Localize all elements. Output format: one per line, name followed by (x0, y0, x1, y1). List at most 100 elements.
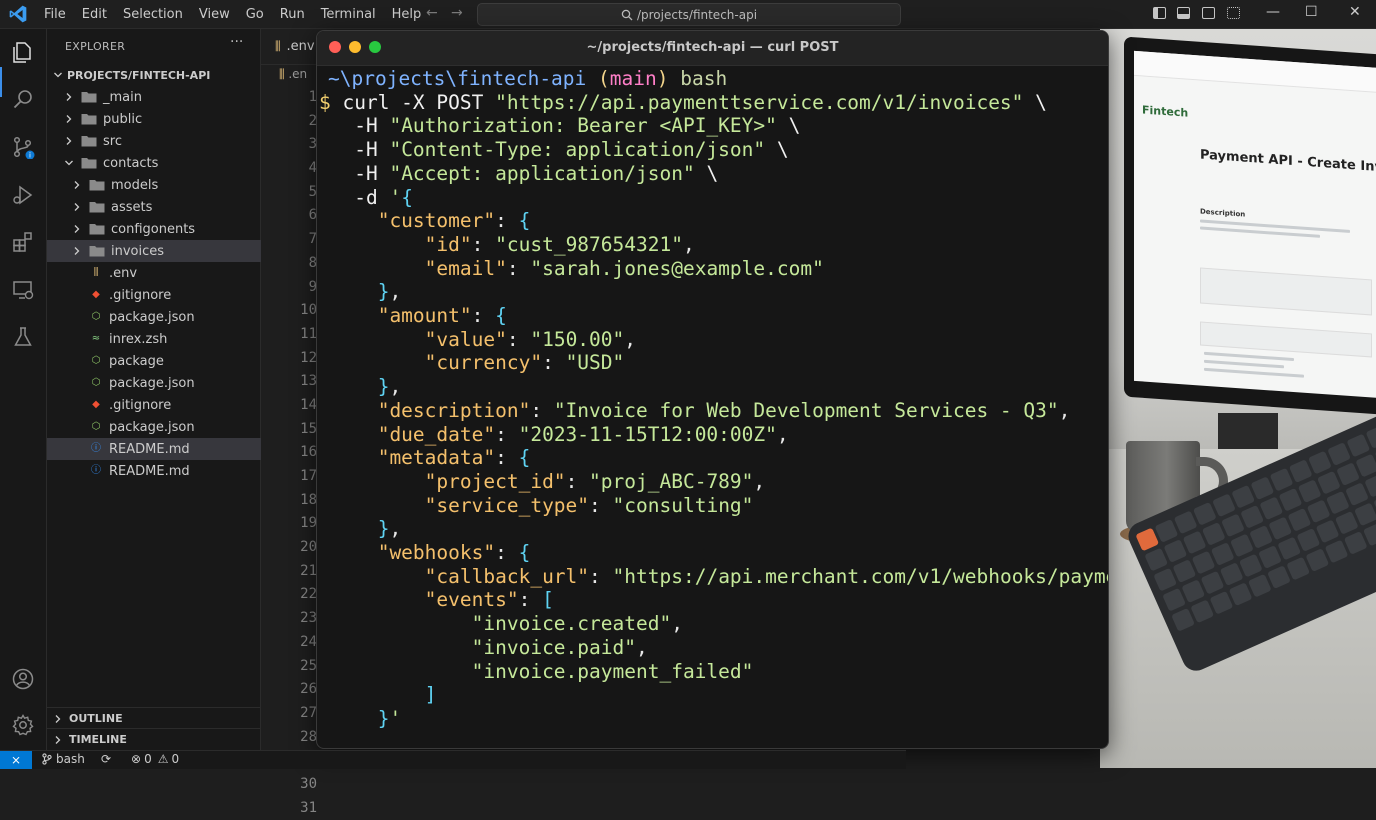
minimize-button[interactable]: — (1266, 4, 1280, 20)
terminal-token: "invoice.payment_failed" (471, 659, 754, 683)
customize-layout-icon[interactable] (1227, 7, 1240, 19)
problems-indicator[interactable]: ⊗ 0 ⚠ 0 (131, 752, 179, 766)
sync-icon[interactable]: ⟳ (101, 752, 111, 766)
terminal-token: "project_id" (424, 469, 566, 493)
line-number: 7 (308, 231, 317, 248)
folder-item[interactable]: _main (47, 86, 276, 108)
chevron-right-icon (66, 137, 72, 145)
menu-run[interactable]: Run (272, 7, 313, 22)
folder-item[interactable]: configonents (47, 218, 284, 240)
terminal-token: : (471, 232, 496, 256)
close-window-button[interactable]: ✕ (1349, 4, 1361, 20)
chevron-down-icon (54, 72, 62, 78)
run-debug-icon[interactable] (11, 183, 35, 207)
terminal-token: , (753, 469, 766, 493)
terminal-token: { (518, 541, 531, 564)
vscode-logo-icon[interactable] (8, 4, 28, 24)
shell-file-icon: ≈ (91, 333, 101, 344)
file-item[interactable]: ⫼ .env (47, 262, 284, 284)
source-control-icon[interactable]: i (11, 135, 35, 159)
folder-item[interactable]: src (47, 130, 276, 152)
terminal-token: ] (424, 683, 437, 707)
folder-item[interactable]: contacts (47, 152, 276, 174)
timeline-section[interactable]: TIMELINE (47, 728, 260, 750)
terminal-zoom-button[interactable] (369, 41, 381, 53)
more-actions-icon[interactable]: ··· (230, 34, 243, 50)
line-number: 31 (300, 799, 317, 816)
chevron-right-icon (74, 203, 80, 211)
folder-item[interactable]: assets (47, 196, 284, 218)
terminal-minimize-button[interactable] (349, 41, 361, 53)
menu-selection[interactable]: Selection (115, 7, 191, 22)
line-number: 12 (300, 349, 317, 366)
file-item[interactable]: ⬡ package.json (47, 372, 284, 394)
folder-item[interactable]: invoices (47, 240, 284, 262)
breadcrumb[interactable]: ⫼ .en (279, 67, 307, 82)
file-item[interactable]: ⬡ package.json (47, 416, 284, 438)
folder-item[interactable]: public (47, 108, 276, 130)
menu-help[interactable]: Help (384, 7, 430, 22)
terminal-line: "currency": "USD" (319, 351, 625, 375)
account-icon[interactable] (11, 667, 35, 691)
maximize-button[interactable]: ☐ (1305, 4, 1318, 20)
file-item[interactable]: ⬡ package.json (47, 306, 284, 328)
explorer-files-icon[interactable] (11, 40, 35, 64)
file-item[interactable]: ◆ .gitignore (47, 394, 284, 416)
tree-item-label: .gitignore (109, 287, 172, 303)
terminal-token: , (389, 375, 402, 399)
terminal-window[interactable]: ~/projects/fintech-api — curl POST ~\pro… (316, 30, 1109, 749)
terminal-line: "invoice.created", (319, 612, 683, 636)
terminal-output[interactable]: ~\projects\fintech-api (main) bash $ cur… (317, 67, 1108, 747)
command-center[interactable]: /projects/fintech-api (477, 3, 901, 26)
menu-view[interactable]: View (191, 7, 238, 22)
terminal-token: "invoice.created" (471, 612, 672, 636)
line-number: 11 (300, 325, 317, 342)
back-arrow-icon[interactable]: ← (426, 5, 438, 21)
terminal-line: }, (319, 517, 402, 541)
file-item[interactable]: ⓘ README.md (47, 438, 284, 460)
node-file-icon: ⬡ (91, 421, 101, 432)
line-number: 25 (300, 657, 317, 674)
remote-explorer-icon[interactable] (11, 278, 35, 302)
forward-arrow-icon[interactable]: → (451, 5, 463, 21)
testing-flask-icon[interactable] (11, 325, 35, 349)
toggle-panel-icon[interactable] (1177, 7, 1190, 19)
tab-env[interactable]: ⫼ .env (261, 29, 321, 65)
branch-indicator[interactable]: bash (42, 752, 85, 766)
folder-item[interactable]: models (47, 174, 284, 196)
extensions-icon[interactable] (11, 230, 35, 254)
terminal-titlebar: ~/projects/fintech-api — curl POST (317, 31, 1108, 66)
file-item[interactable]: ◆ .gitignore (47, 284, 284, 306)
terminal-token: { (401, 185, 413, 209)
toggle-secondary-sidebar-icon[interactable] (1202, 7, 1215, 19)
toggle-sidebar-icon[interactable] (1153, 7, 1166, 19)
file-item[interactable]: ⓘ README.md (47, 460, 284, 482)
file-item[interactable]: ≈ inrex.zsh (47, 328, 284, 350)
settings-gear-icon[interactable] (11, 713, 35, 737)
terminal-line: "amount": { (319, 304, 507, 328)
menu-file[interactable]: File (36, 7, 74, 22)
terminal-line: "project_id": "proj_ABC-789", (319, 469, 766, 494)
file-item[interactable]: ⬡ package (47, 350, 284, 372)
menu-go[interactable]: Go (238, 7, 272, 22)
outline-section[interactable]: OUTLINE (47, 707, 260, 729)
terminal-token: "invoice.paid" (471, 635, 636, 659)
screen-heading: Payment API - Create Invoice (1200, 147, 1376, 178)
menu-edit[interactable]: Edit (74, 7, 115, 22)
terminal-line: "callback_url": "https://api.merchant.co… (319, 565, 1108, 589)
terminal-close-button[interactable] (329, 41, 341, 53)
terminal-token: : (495, 209, 519, 233)
terminal-token: } (377, 280, 390, 304)
menu-terminal[interactable]: Terminal (313, 7, 384, 22)
terminal-token: "Content-Type: application/json" (389, 138, 766, 162)
remote-indicator-button[interactable]: ⨯ (0, 751, 32, 769)
terminal-token: : (506, 256, 531, 280)
line-number: 13 (300, 373, 317, 390)
search-icon[interactable] (11, 87, 35, 111)
project-root[interactable]: PROJECTS/FINTECH-API (47, 65, 260, 85)
tree-item-label: package.json (109, 309, 195, 325)
